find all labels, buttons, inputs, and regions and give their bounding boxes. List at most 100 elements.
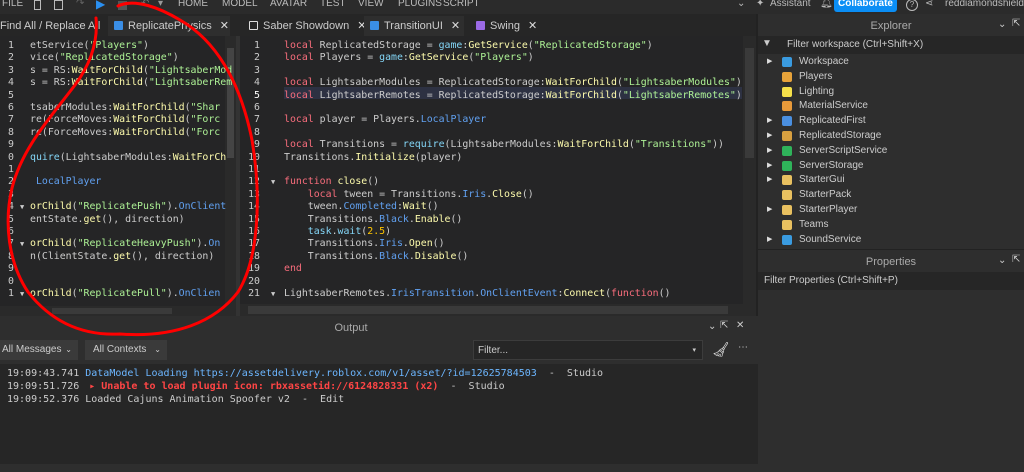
undo-icon[interactable]: ↶ — [141, 0, 149, 9]
explorer-item-starterpack[interactable]: StarterPack — [758, 187, 1024, 202]
explorer-item-label: Players — [799, 70, 833, 82]
fold-toggle-icon[interactable]: ▼ — [20, 240, 24, 248]
file-menu[interactable]: FILE — [2, 0, 23, 9]
explorer-item-serverstorage[interactable]: ▶ ServerStorage — [758, 158, 1024, 173]
line-number: 5 — [8, 89, 14, 101]
code-token: "ReplicateHeavyPush" — [77, 238, 197, 250]
explorer-item-lighting[interactable]: Lighting — [758, 84, 1024, 99]
collaborate-button[interactable]: Collaborate — [834, 0, 897, 12]
expand-arrow-icon[interactable]: ▶ — [767, 128, 772, 143]
explorer-item-workspace[interactable]: ▶ Workspace — [758, 54, 1024, 69]
contexts-filter-dropdown[interactable]: All Contexts ⌄ — [85, 340, 167, 360]
open-file-icon[interactable] — [54, 0, 63, 10]
code-token: Disable — [414, 250, 457, 262]
explorer-item-replicatedstorage[interactable]: ▶ ReplicatedStorage — [758, 128, 1024, 143]
code-token: ) — [527, 52, 534, 64]
more-options-icon[interactable]: ⋯ — [738, 342, 748, 353]
menu-view[interactable]: VIEW — [358, 0, 384, 9]
line-number: 16 — [248, 226, 260, 237]
share-icon[interactable]: ⋖ — [925, 0, 933, 9]
expand-arrow-icon[interactable]: ▶ — [767, 232, 772, 247]
play-icon[interactable]: ▶ — [96, 0, 105, 11]
code-line: orChild("ReplicateHeavyPush").On — [30, 238, 220, 250]
tab-saber-showdown[interactable]: Saber Showdown ✕ — [243, 16, 366, 36]
code-line: Transitions.Initialize(player) — [284, 152, 462, 164]
close-icon[interactable]: ✕ — [736, 320, 744, 331]
code-token: ). — [196, 238, 209, 250]
horizontal-scrollbar[interactable] — [240, 304, 756, 316]
menu-plugins[interactable]: PLUGINS — [398, 0, 442, 9]
explorer-item-teams[interactable]: Teams — [758, 217, 1024, 232]
top-toolbar: FILE ↷ ▶ ↶ ▾ HOME MODEL AVATAR TEST VIEW… — [0, 0, 1024, 14]
code-token: WaitForChild — [545, 89, 617, 101]
explorer-item-soundservice[interactable]: ▶ SoundService — [758, 232, 1024, 247]
code-token: ) — [735, 89, 742, 101]
line-number: 5 — [254, 89, 260, 101]
undock-icon[interactable]: ⇱ — [1012, 254, 1020, 265]
explorer-item-starterplayer[interactable]: ▶ StarterPlayer — [758, 202, 1024, 217]
expand-arrow-icon[interactable]: ▶ — [767, 143, 772, 158]
new-file-icon[interactable] — [34, 0, 41, 10]
horizontal-scrollbar[interactable] — [0, 306, 236, 316]
code-editor-transition-ui[interactable]: 1 local ReplicatedStorage = game:GetServi… — [240, 36, 756, 316]
explorer-item-replicatedfirst[interactable]: ▶ ReplicatedFirst — [758, 113, 1024, 128]
expand-arrow-icon[interactable]: ▶ — [767, 158, 772, 173]
output-filter-input[interactable]: Filter... ▾ — [473, 340, 703, 360]
menu-avatar[interactable]: AVATAR — [270, 0, 307, 9]
fold-toggle-icon[interactable]: ▼ — [271, 178, 275, 186]
close-icon[interactable]: ✕ — [528, 20, 537, 32]
vertical-scrollbar[interactable] — [743, 36, 756, 304]
chevron-down-icon[interactable]: ⌄ — [998, 255, 1006, 266]
chevron-down-icon: ▾ — [692, 347, 696, 354]
log-source: - Studio — [536, 368, 604, 379]
menu-home[interactable]: HOME — [178, 0, 208, 9]
code-token: local — [284, 139, 314, 151]
explorer-filter-input[interactable]: ▼ Filter workspace (Ctrl+Shift+X) — [758, 36, 1024, 54]
tab-swing[interactable]: Swing ✕ — [470, 16, 544, 36]
code-token: ). — [166, 288, 179, 299]
close-icon[interactable]: ✕ — [220, 20, 229, 32]
fold-toggle-icon[interactable]: ▼ — [20, 290, 24, 298]
menu-model[interactable]: MODEL — [222, 0, 258, 9]
expand-arrow-icon[interactable]: ▶ — [767, 113, 772, 128]
code-line: local player = Players.LocalPlayer — [284, 114, 486, 126]
log-message[interactable]: DataModel Loading https://assetdelivery.… — [85, 368, 537, 379]
redo-icon[interactable]: ↷ — [76, 0, 84, 9]
menu-test[interactable]: TEST — [320, 0, 346, 9]
code-line: LocalPlayer — [30, 176, 101, 188]
explorer-item-label: SoundService — [799, 233, 862, 245]
user-name[interactable]: reddiamondshield — [945, 0, 1024, 9]
close-icon[interactable]: ✕ — [451, 20, 460, 32]
explorer-item-players[interactable]: Players — [758, 69, 1024, 84]
undock-icon[interactable]: ⇱ — [1012, 18, 1020, 29]
chevron-down-icon[interactable]: ⌄ — [998, 19, 1006, 30]
chevron-down-icon[interactable]: ⌄ — [708, 321, 716, 332]
assistant-button[interactable]: Assistant — [770, 0, 811, 9]
expand-arrow-icon[interactable]: ▶ — [767, 54, 772, 69]
code-token: OnClientEvent — [480, 288, 558, 299]
code-editor-replicate-physics[interactable]: 1 etService("Players") 2 vice("ReplicatedSt… — [0, 36, 236, 316]
expand-arrow-icon[interactable]: ▶ — [767, 202, 772, 217]
customize-toolbar-icon[interactable]: ▾ — [158, 0, 163, 9]
messages-filter-dropdown[interactable]: All Messages ⌄ — [0, 340, 78, 360]
explorer-item-materialservice[interactable]: MaterialService — [758, 98, 1024, 113]
properties-filter-input[interactable]: Filter Properties (Ctrl+Shift+P) — [758, 272, 1024, 290]
explorer-item-serverscriptservice[interactable]: ▶ ServerScriptService — [758, 143, 1024, 158]
tab-transition-ui[interactable]: TransitionUI ✕ — [364, 16, 464, 36]
fold-toggle-icon[interactable]: ▼ — [271, 290, 275, 298]
code-token: ) — [142, 40, 149, 51]
clear-output-broom-icon[interactable]: 🧹︎ — [712, 341, 730, 358]
fold-toggle-icon[interactable]: ▼ — [20, 203, 24, 211]
expand-arrow-icon[interactable]: ▶ — [767, 172, 772, 187]
tab-replicate-physics[interactable]: ReplicatePhysics ✕ — [108, 16, 230, 36]
undock-icon[interactable]: ⇱ — [720, 320, 728, 331]
help-icon[interactable]: ? — [906, 0, 918, 11]
chevron-down-icon[interactable]: ⌄ — [737, 0, 745, 9]
explorer-item-startergui[interactable]: ▶ StarterGui — [758, 172, 1024, 187]
notifications-bell-icon[interactable]: 🔔︎ — [820, 0, 833, 9]
code-token: () — [456, 250, 469, 262]
tab-find-all[interactable]: Find All / Replace All✕ — [0, 16, 118, 36]
menu-script[interactable]: SCRIPT — [443, 0, 480, 9]
stop-icon[interactable] — [118, 1, 127, 10]
explorer-item-label: ReplicatedFirst — [799, 115, 866, 127]
